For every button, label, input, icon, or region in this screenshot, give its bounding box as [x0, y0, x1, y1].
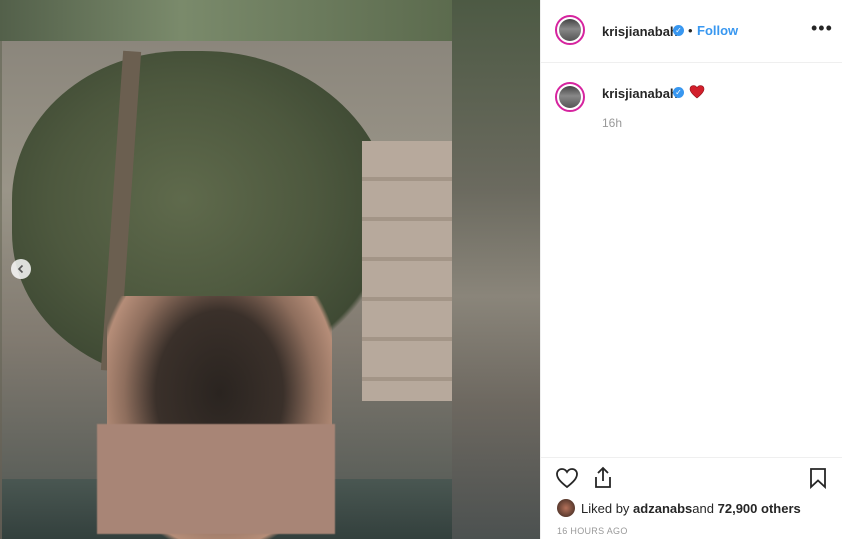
more-options-button[interactable]: ••• — [811, 18, 833, 39]
liker-username[interactable]: adzanabs — [633, 501, 692, 516]
heart-outline-icon[interactable] — [555, 467, 579, 489]
caption-timestamp[interactable]: 16h — [602, 116, 622, 130]
likes-prefix: Liked by — [581, 500, 630, 516]
verified-badge-icon: ✓ — [673, 25, 684, 36]
post-photo[interactable] — [2, 41, 452, 539]
post-timestamp[interactable]: 16 HOURS AGO — [557, 526, 628, 536]
post-header: krisjianabah ✓ • Follow ••• — [541, 0, 842, 63]
background-image-right — [452, 0, 540, 539]
caption-username[interactable]: krisjianabah — [602, 86, 678, 101]
likes-middle: and — [692, 500, 714, 516]
likes-count[interactable]: 72,900 others — [718, 501, 801, 516]
bookmark-icon[interactable] — [808, 467, 828, 489]
separator-dot: • — [688, 23, 693, 38]
chevron-left-icon — [17, 264, 24, 274]
red-heart-emoji-icon — [689, 85, 705, 99]
follow-button[interactable]: Follow — [697, 23, 738, 38]
author-username[interactable]: krisjianabah — [602, 24, 678, 39]
caption-avatar[interactable] — [555, 82, 585, 112]
liker-avatar — [557, 499, 575, 517]
share-icon[interactable] — [592, 466, 614, 490]
action-bar: Liked by adzanabs and 72,900 others 16 H… — [541, 457, 842, 540]
verified-badge-icon: ✓ — [673, 87, 684, 98]
post-sidebar: krisjianabah ✓ • Follow ••• krisjianabah… — [540, 0, 842, 539]
background-image-top — [0, 0, 452, 41]
censor-blur — [97, 424, 335, 534]
post-media — [0, 0, 540, 539]
author-avatar[interactable] — [555, 15, 585, 45]
carousel-prev-button[interactable] — [11, 259, 31, 279]
likes-summary[interactable]: Liked by adzanabs and 72,900 others — [557, 499, 801, 517]
photo-wall — [362, 141, 452, 401]
